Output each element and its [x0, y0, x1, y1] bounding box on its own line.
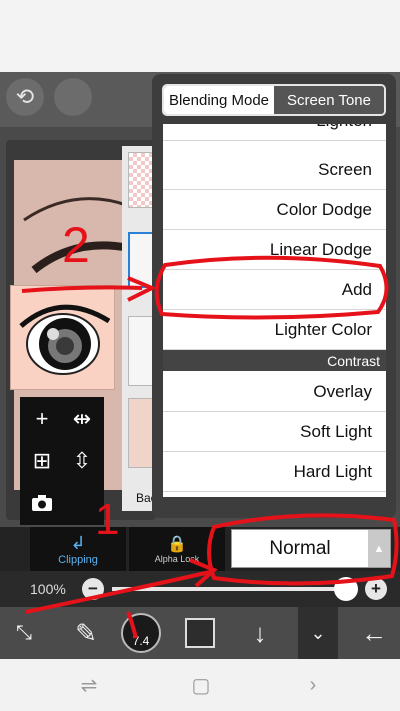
opacity-percent: 100%: [30, 581, 66, 597]
add-layer-icon[interactable]: ⊞: [26, 445, 58, 477]
system-nav-bar: ⇌ ▢ ›: [0, 659, 400, 711]
arrow-left-icon: ←: [361, 617, 387, 648]
opacity-slider-knob[interactable]: [334, 577, 358, 601]
blend-mode-value: Normal: [269, 537, 331, 559]
nav-back-icon[interactable]: ›: [298, 671, 328, 699]
brush-size-value: 7.4: [132, 634, 150, 648]
blend-mode-list[interactable]: Lighten Screen Color Dodge Linear Dodge …: [163, 124, 386, 497]
color-swatch[interactable]: [182, 607, 218, 659]
plus-icon[interactable]: +: [26, 403, 58, 435]
brush-icon: ✎: [75, 617, 97, 648]
double-chevron-down-icon: ⌄: [310, 622, 326, 643]
mode-color-dodge[interactable]: Color Dodge: [163, 191, 386, 230]
undo-icon: ⟲: [15, 84, 35, 109]
arrow-down-icon: ↓: [253, 617, 267, 648]
flip-vertical-icon[interactable]: ⇳: [66, 445, 98, 477]
layer-menu-button[interactable]: ⌄: [298, 607, 338, 659]
opacity-fill: [112, 587, 354, 591]
clipping-button[interactable]: ↲ Clipping: [30, 527, 126, 571]
brush-button[interactable]: ✎: [64, 607, 108, 659]
caret-up-icon: ▲: [368, 530, 390, 567]
group-header-contrast: Contrast: [163, 350, 386, 371]
status-bar-area: [0, 0, 400, 72]
opacity-minus-button[interactable]: −: [82, 578, 104, 600]
bottom-toolbar: ⤡ ✎ 7.4 ↓ ⌄ ←: [0, 607, 400, 659]
mode-lighten[interactable]: Lighten: [163, 124, 386, 141]
popup-tabs: Blending Mode Screen Tone: [162, 84, 386, 116]
tab-screen-tone[interactable]: Screen Tone: [274, 86, 384, 114]
camera-icon[interactable]: [26, 487, 58, 519]
mode-linear-dodge[interactable]: Linear Dodge: [163, 231, 386, 270]
mode-add[interactable]: Add: [163, 271, 386, 310]
mode-soft-light[interactable]: Soft Light: [163, 413, 386, 452]
layer-tool-panel: + ⇹ ⊞ ⇳: [20, 397, 104, 525]
alpha-lock-icon: 🔒: [167, 536, 187, 553]
clipping-label: Clipping: [58, 553, 98, 566]
alpha-lock-button[interactable]: 🔒 Alpha Lock: [129, 527, 225, 571]
opacity-plus-button[interactable]: +: [365, 578, 387, 600]
back-button[interactable]: ←: [352, 607, 396, 659]
tab-blending-mode[interactable]: Blending Mode: [164, 86, 274, 114]
flip-horizontal-icon[interactable]: ⇹: [66, 403, 98, 435]
home-icon[interactable]: ▢: [186, 671, 216, 699]
mode-hard-light[interactable]: Hard Light: [163, 453, 386, 492]
alpha-lock-label: Alpha Lock: [154, 554, 200, 564]
layer-preview-eye: [10, 285, 115, 390]
recents-icon[interactable]: ⇌: [74, 671, 104, 699]
redo-button[interactable]: [54, 78, 92, 116]
undo-button[interactable]: ⟲: [6, 78, 44, 116]
mode-overlay[interactable]: Overlay: [163, 373, 386, 412]
clipping-icon: ↲: [70, 532, 86, 553]
mode-lighter-color[interactable]: Lighter Color: [163, 311, 386, 350]
blend-mode-dropdown[interactable]: Normal ▲: [231, 529, 391, 568]
arrow-down-button[interactable]: ↓: [240, 607, 280, 659]
mode-screen[interactable]: Screen: [163, 151, 386, 190]
transform-tool-button[interactable]: ⤡: [2, 607, 46, 659]
brush-size-button[interactable]: 7.4: [118, 607, 164, 659]
